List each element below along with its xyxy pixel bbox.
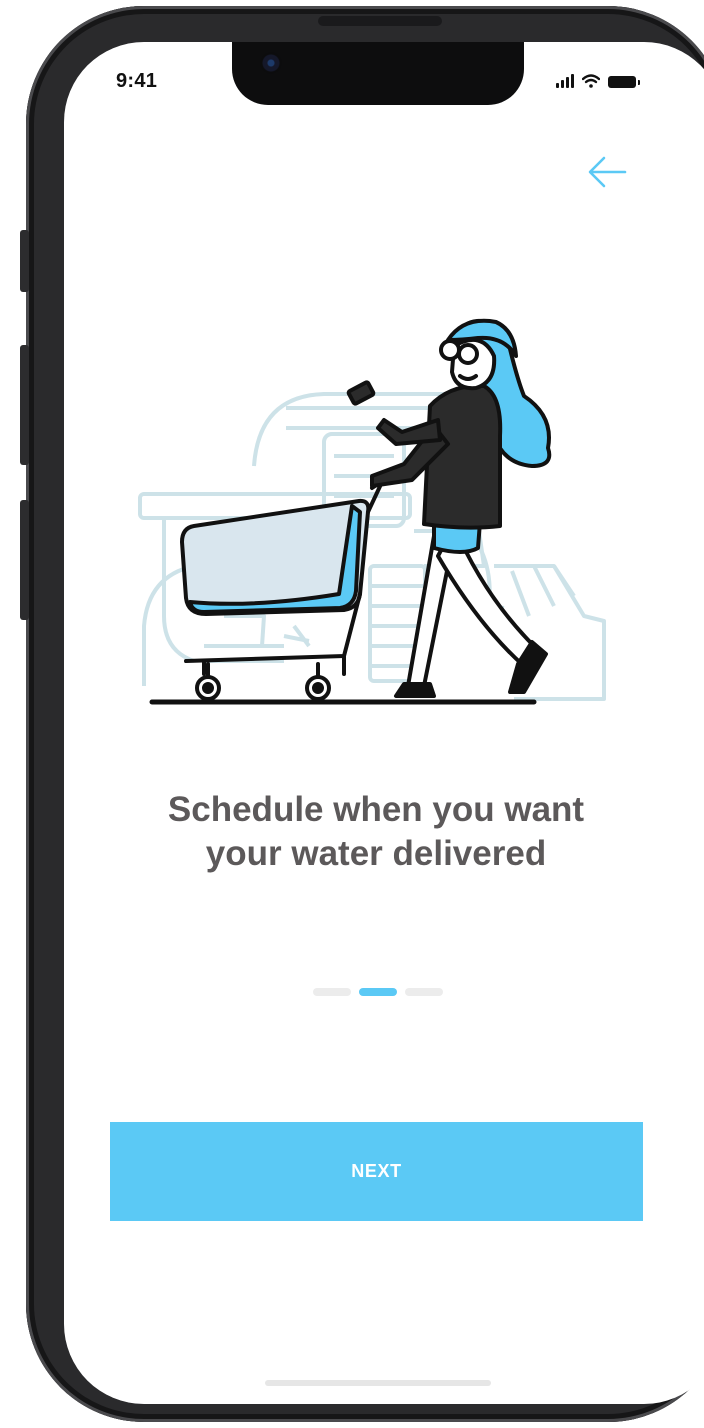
front-camera [260,52,282,74]
page-dot [313,988,351,996]
onboarding-headline: Schedule when you want your water delive… [110,788,642,876]
page-dot-active [359,988,397,996]
cellular-signal-icon [556,74,574,88]
headline-line-1: Schedule when you want [167,790,585,829]
page-indicator [313,988,443,996]
shopping-cart-illustration [138,318,606,705]
wifi-icon [582,74,600,88]
headline-line-2: your water delivered [205,834,547,873]
page-dot [405,988,443,996]
notch [232,42,524,105]
battery-icon [608,76,640,88]
status-time: 9:41 [116,70,158,92]
earpiece-speaker [318,16,442,26]
arrow-left-icon[interactable] [585,150,629,194]
volume-down-button [20,500,29,620]
volume-up-button [20,345,29,465]
status-icons [556,74,640,88]
home-indicator [265,1380,491,1386]
silent-switch [20,230,29,292]
next-button[interactable]: NEXT [110,1122,643,1221]
